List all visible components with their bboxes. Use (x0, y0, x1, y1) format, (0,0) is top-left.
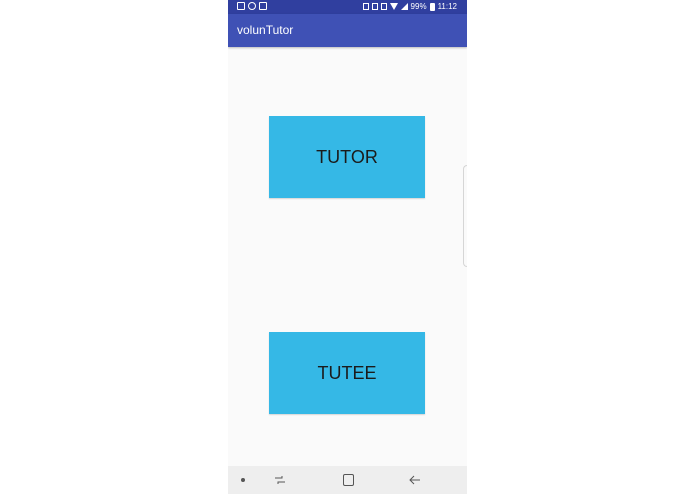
phone-screen: 99% 11:12 volunTutor TUTOR TUTEE (228, 0, 467, 494)
mute-icon (371, 3, 378, 10)
messenger-icon (248, 2, 256, 10)
gallery-icon (237, 2, 245, 10)
battery-icon (429, 2, 435, 11)
status-notifications (237, 2, 267, 10)
alarm-icon (362, 3, 369, 10)
home-icon[interactable] (343, 474, 354, 486)
recents-icon[interactable] (274, 474, 286, 486)
menu-dot-icon[interactable] (241, 478, 245, 482)
data-saver-icon (380, 3, 387, 10)
status-bar: 99% 11:12 (228, 0, 467, 14)
app-bar: volunTutor (228, 14, 467, 47)
tutor-button[interactable]: TUTOR (269, 116, 425, 198)
navigation-bar (228, 466, 467, 494)
wifi-icon (389, 3, 398, 10)
tutee-button[interactable]: TUTEE (269, 332, 425, 414)
edge-panel-handle[interactable] (463, 165, 467, 267)
app-title: volunTutor (237, 23, 294, 37)
signal-icon (400, 3, 408, 10)
status-system: 99% 11:12 (362, 2, 457, 11)
screenshot-icon (259, 2, 267, 10)
battery-percent: 99% (410, 2, 427, 11)
clock: 11:12 (437, 2, 457, 11)
back-icon[interactable] (408, 473, 422, 487)
